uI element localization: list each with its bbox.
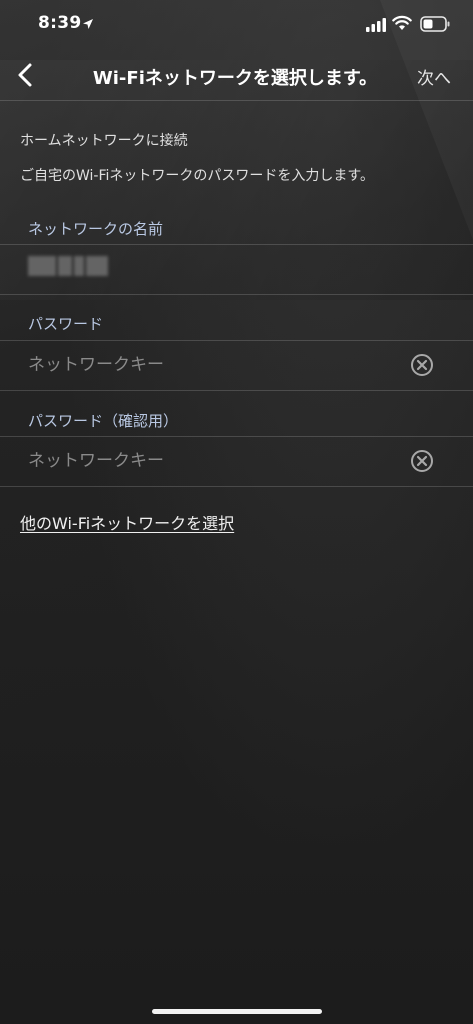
wifi-icon — [392, 15, 412, 30]
status-time: 8:39 — [38, 13, 82, 33]
confirm-password-row — [0, 439, 473, 483]
status-bar: 8:39 — [0, 0, 473, 50]
divider — [0, 436, 473, 437]
password-row — [0, 343, 473, 387]
clear-circle-icon[interactable] — [410, 353, 434, 377]
divider — [0, 390, 473, 391]
home-indicator[interactable] — [152, 1009, 322, 1014]
signal-icon — [366, 18, 386, 32]
password-input[interactable] — [28, 343, 388, 387]
network-name-value-redacted — [28, 256, 112, 276]
divider — [0, 100, 473, 101]
password-label: パスワード — [28, 315, 104, 333]
battery-icon — [420, 16, 450, 32]
redaction-block — [28, 256, 56, 276]
section-heading: ホームネットワークに接続 — [20, 133, 188, 149]
divider — [0, 294, 473, 295]
clear-circle-icon[interactable] — [410, 449, 434, 473]
page-title: Wi-Fiネットワークを選択します。 — [92, 68, 378, 89]
next-button[interactable]: 次へ — [417, 64, 451, 89]
choose-other-network-link[interactable]: 他のWi-Fiネットワークを選択 — [20, 510, 234, 534]
redaction-block — [74, 256, 84, 276]
divider — [0, 340, 473, 341]
redaction-block — [58, 256, 72, 276]
divider — [0, 244, 473, 245]
confirm-password-label: パスワード（確認用） — [28, 412, 179, 430]
section-description: ご自宅のWi-Fiネットワークのパスワードを入力します。 — [20, 168, 374, 184]
location-arrow-icon — [83, 19, 93, 29]
network-name-label: ネットワークの名前 — [28, 220, 164, 238]
divider — [0, 486, 473, 487]
redaction-block — [86, 256, 108, 276]
back-button[interactable] — [10, 60, 40, 90]
confirm-password-input[interactable] — [28, 439, 388, 483]
navigation-bar: Wi-Fiネットワークを選択します。 次へ — [0, 52, 473, 100]
chevron-left-icon — [18, 63, 32, 87]
